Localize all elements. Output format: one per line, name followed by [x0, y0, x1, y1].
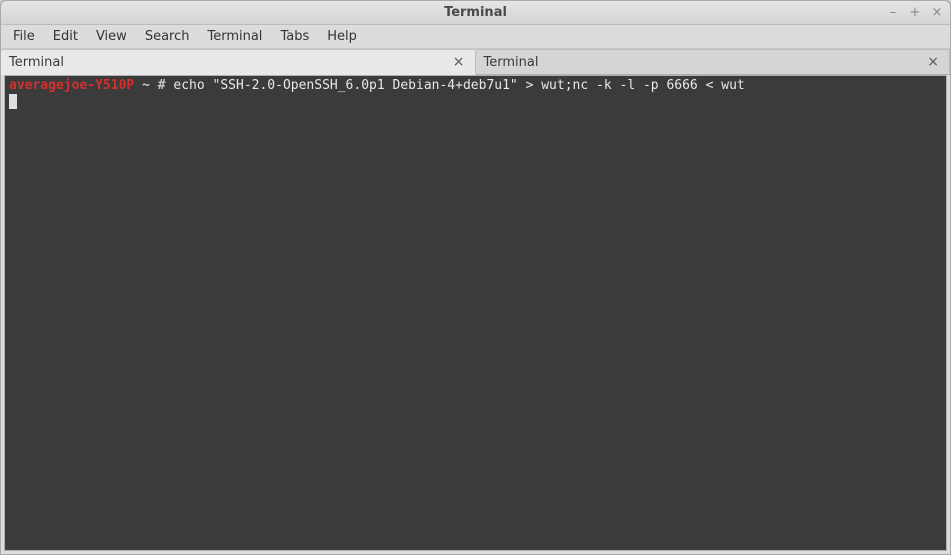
titlebar[interactable]: Terminal – + × [1, 1, 950, 25]
tab-close-icon[interactable]: × [925, 54, 941, 70]
tab-label: Terminal [484, 55, 539, 70]
tab-terminal-1[interactable]: Terminal × [1, 49, 476, 75]
minimize-button[interactable]: – [886, 6, 900, 20]
titlebar-controls: – + × [886, 1, 944, 24]
prompt-path: ~ [142, 78, 150, 93]
tab-label: Terminal [9, 55, 64, 70]
close-button[interactable]: × [930, 6, 944, 20]
terminal-viewport[interactable]: averagejoe-Y510P ~ # echo "SSH-2.0-OpenS… [4, 75, 947, 551]
menu-search[interactable]: Search [137, 26, 198, 47]
menu-help[interactable]: Help [319, 26, 365, 47]
menu-file[interactable]: File [5, 26, 43, 47]
menu-tabs[interactable]: Tabs [272, 26, 317, 47]
menubar: File Edit View Search Terminal Tabs Help [1, 25, 950, 49]
cursor-icon [9, 94, 17, 109]
maximize-button[interactable]: + [908, 6, 922, 20]
command-text: echo "SSH-2.0-OpenSSH_6.0p1 Debian-4+deb… [173, 78, 744, 93]
prompt-symbol: # [158, 78, 166, 93]
tabbar: Terminal × Terminal × [1, 49, 950, 75]
prompt-host: averagejoe-Y510P [9, 78, 134, 93]
menu-view[interactable]: View [88, 26, 135, 47]
tab-terminal-2[interactable]: Terminal × [476, 49, 951, 74]
tab-close-icon[interactable]: × [451, 54, 467, 70]
window-root: Terminal – + × File Edit View Search Ter… [0, 0, 951, 555]
menu-edit[interactable]: Edit [45, 26, 86, 47]
window-title: Terminal [444, 5, 507, 20]
menu-terminal[interactable]: Terminal [199, 26, 270, 47]
